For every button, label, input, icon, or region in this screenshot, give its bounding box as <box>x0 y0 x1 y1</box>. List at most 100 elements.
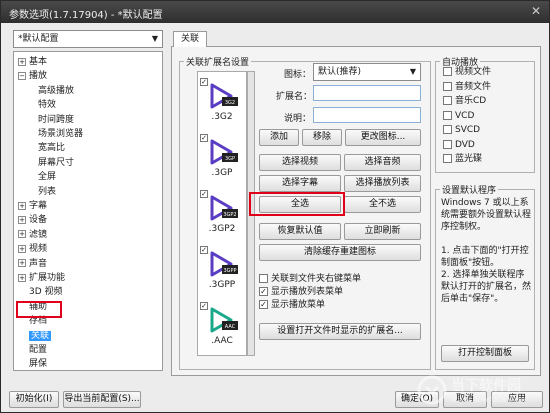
profile-select[interactable]: *默认配置 ▼ <box>13 30 163 48</box>
close-icon[interactable]: ✕ <box>531 4 541 18</box>
extension-checkbox[interactable]: ✓ <box>200 78 208 86</box>
restore-default-button[interactable]: 恢复默认值 <box>259 223 341 240</box>
assoc-option-checkbox[interactable]: 关联到文件夹右键菜单 <box>259 274 361 285</box>
expand-icon[interactable]: + <box>18 230 26 239</box>
autoplay-checkbox[interactable]: VCD <box>443 110 474 122</box>
extension-checkbox[interactable]: ✓ <box>200 190 208 198</box>
collapse-icon[interactable]: − <box>18 71 26 80</box>
expand-icon[interactable]: + <box>18 201 26 210</box>
tree-item[interactable]: 关联 <box>18 330 52 342</box>
checkbox-box[interactable]: ✓ <box>259 287 268 296</box>
expand-icon[interactable]: + <box>18 244 26 253</box>
expand-icon[interactable]: + <box>18 259 26 268</box>
tree-item-label: 场景浏览器 <box>38 129 84 139</box>
tree-item[interactable]: 宽高比 <box>38 142 65 154</box>
ext-name-label: 扩展名： <box>276 92 313 102</box>
tree-item[interactable]: 列表 <box>38 186 56 198</box>
autoplay-checkbox[interactable]: DVD <box>443 139 475 151</box>
tree-item-label: 扩展功能 <box>29 273 66 283</box>
checkbox-box[interactable] <box>443 139 452 149</box>
chevron-down-icon: ▼ <box>409 67 416 76</box>
tree-item[interactable]: 高级播放 <box>38 85 74 97</box>
svg-text:3GPP: 3GPP <box>223 268 236 274</box>
extension-item[interactable]: ✓ AAC .AAC <box>198 300 246 354</box>
tree-item-label: 滤镜 <box>29 229 48 240</box>
extension-list[interactable]: ✓ 3G2 .3G2 ✓ 3GP .3GP ✓ 3GP2 .3GP2 ✓ 3GPP .3GPP ✓ AAC… <box>197 71 247 356</box>
tree-item-label: 视频 <box>29 244 48 255</box>
ext-name-input[interactable] <box>313 85 421 101</box>
extension-checkbox[interactable]: ✓ <box>200 246 208 254</box>
autoplay-checkbox[interactable]: SVCD <box>443 125 480 136</box>
tree-item[interactable]: + 设备 <box>18 214 47 226</box>
options-window: 参数选项(1.7.17904) - *默认配置 ✕ *默认配置 ▼ + 基本 − 播放… <box>0 0 550 413</box>
expand-icon[interactable]: + <box>18 57 26 66</box>
extension-label: .3GP2 <box>208 224 236 234</box>
extension-item[interactable]: ✓ 3G2 .3G2 <box>198 76 246 130</box>
tree-item[interactable]: + 声音 <box>18 258 47 270</box>
assoc-option-checkbox[interactable]: ✓ 显示播放菜单 <box>259 300 325 311</box>
tree-item-label: 特效 <box>38 100 57 111</box>
assoc-option-checkbox[interactable]: ✓ 显示播放列表菜单 <box>259 287 343 298</box>
expand-icon[interactable]: + <box>18 273 26 282</box>
play-file-icon: 3GP2 <box>210 195 238 221</box>
tree-item[interactable]: + 扩展功能 <box>18 272 65 284</box>
tree-item[interactable]: + 视频 <box>18 243 47 255</box>
checkbox-box[interactable] <box>443 125 452 134</box>
profile-select-value: *默认配置 <box>18 34 59 44</box>
tree-item[interactable]: + 基本 <box>18 56 47 68</box>
extension-checkbox[interactable]: ✓ <box>200 302 208 310</box>
tree-item[interactable]: 屏保 <box>18 358 47 370</box>
tree-item[interactable]: 3D 视频 <box>18 286 63 298</box>
change-icon-button[interactable]: 更改图标... <box>345 129 421 146</box>
refresh-now-button[interactable]: 立即刷新 <box>344 223 421 240</box>
tree-item[interactable]: − 播放 <box>18 70 47 82</box>
export-config-button[interactable]: 导出当前配置(S)... <box>63 391 141 408</box>
checkbox-box[interactable] <box>259 274 268 283</box>
tree-item[interactable]: 全屏 <box>38 171 56 183</box>
checkbox-box[interactable] <box>443 96 452 105</box>
tree-item-label: 配置 <box>29 345 48 355</box>
tree-item[interactable]: + 滤镜 <box>18 229 47 241</box>
autoplay-checkbox[interactable]: 蓝光碟 <box>443 154 482 165</box>
tree-item[interactable]: 时间跨度 <box>38 114 74 126</box>
default-program-description: Windows 7 或以上系统需要额外设置默认程序控制权。 1. 点击下面的"打… <box>441 198 532 304</box>
select-subtitle-button[interactable]: 选择字幕 <box>259 175 341 192</box>
tree-item[interactable]: 特效 <box>38 99 56 111</box>
autoplay-checkbox[interactable]: 音乐CD <box>443 96 486 107</box>
icon-label: 图标： <box>284 70 312 80</box>
desc-input[interactable] <box>313 107 421 123</box>
checkbox-box[interactable]: ✓ <box>259 300 268 309</box>
autoplay-checkbox[interactable]: 视频文件 <box>443 67 491 78</box>
checkbox-box[interactable] <box>443 110 452 120</box>
select-audio-button[interactable]: 选择音频 <box>344 154 421 171</box>
clear-icon-cache-button[interactable]: 清除缓存重建图标 <box>259 244 421 261</box>
select-playlist-button[interactable]: 选择播放列表 <box>344 175 421 192</box>
extension-item[interactable]: ✓ 3GP .3GP <box>198 132 246 186</box>
icon-select[interactable]: 默认(推荐) ▼ <box>313 63 421 81</box>
init-button[interactable]: 初始化(I) <box>9 391 59 408</box>
play-file-icon: AAC <box>210 307 238 333</box>
extension-item[interactable]: ✓ 3GPP .3GPP <box>198 244 246 298</box>
settings-tree[interactable]: + 基本 − 播放 高级播放 特效 时间跨度 场景浏览器 宽高比 屏幕尺寸 全屏 列表 + 字幕 + 设备 + 滤… <box>13 51 163 371</box>
expand-icon[interactable]: + <box>18 215 26 224</box>
checkbox-box[interactable] <box>443 81 452 91</box>
watermark-logo-icon <box>417 375 447 405</box>
svg-text:AAC: AAC <box>225 324 236 330</box>
tab-association[interactable]: 关联 <box>173 31 207 47</box>
autoplay-checkbox[interactable]: 音频文件 <box>443 81 491 93</box>
select-video-button[interactable]: 选择视频 <box>259 154 341 171</box>
checkbox-box[interactable] <box>443 154 452 163</box>
tree-item[interactable]: 场景浏览器 <box>38 128 83 140</box>
open-control-panel-button[interactable]: 打开控制面板 <box>441 345 529 362</box>
extension-item[interactable]: ✓ 3GP2 .3GP2 <box>198 188 246 242</box>
select-none-button[interactable]: 全不选 <box>344 196 421 213</box>
set-context-ext-button[interactable]: 设置打开文件时显示的扩展名... <box>259 323 421 340</box>
extension-checkbox[interactable]: ✓ <box>200 134 208 142</box>
remove-button[interactable]: 移除 <box>302 129 342 146</box>
tree-item[interactable]: 配置 <box>18 344 47 356</box>
tree-item[interactable]: + 字幕 <box>18 200 47 212</box>
default-program-group-label: 设置默认程序 <box>442 186 497 196</box>
add-button[interactable]: 添加 <box>259 129 299 146</box>
checkbox-box[interactable] <box>443 67 452 76</box>
tree-item[interactable]: 屏幕尺寸 <box>38 157 74 169</box>
